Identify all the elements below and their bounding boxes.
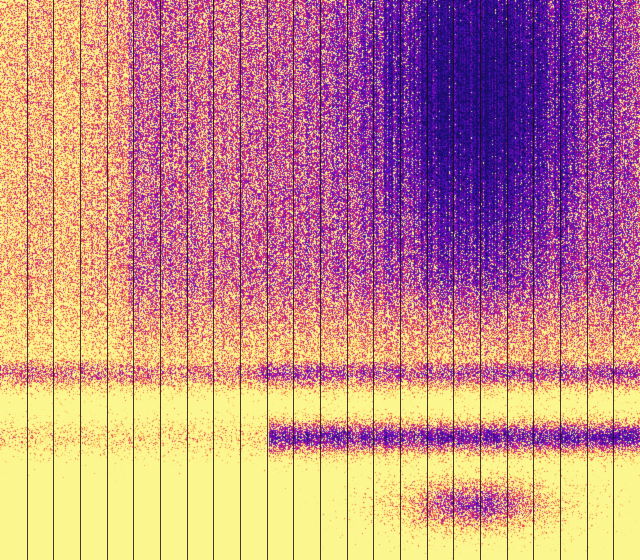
heatmap-panel [0, 0, 640, 560]
noise-heatmap [0, 0, 640, 560]
